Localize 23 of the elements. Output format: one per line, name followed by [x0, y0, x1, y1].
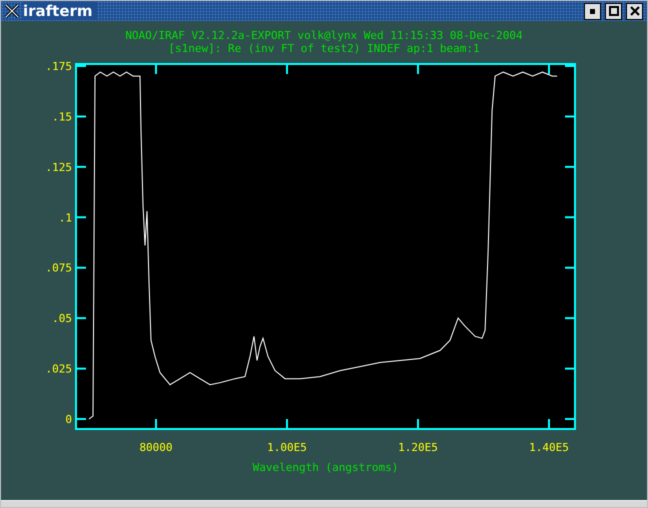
x-tick-label: 80000: [139, 441, 173, 454]
x-logo-icon: [5, 4, 19, 18]
close-button[interactable]: [626, 2, 643, 20]
maximize-icon: [608, 6, 618, 16]
x-tick-label: 1.00E5: [267, 441, 307, 454]
plot-header-text: [s1new]: Re (inv FT of test2) INDEF ap:1 beam:1: [168, 42, 480, 55]
y-tick-label: .075: [46, 262, 72, 275]
x-axis-label: Wavelength (angstroms): [252, 461, 398, 474]
maximize-button[interactable]: [605, 2, 622, 20]
window-title: irafterm: [23, 2, 97, 20]
y-tick-label: .025: [46, 362, 72, 376]
y-tick-label: .15: [52, 110, 72, 124]
y-tick-label: .1: [58, 211, 72, 224]
close-icon: [630, 6, 640, 16]
minimize-icon: [590, 8, 595, 14]
x-tick-label: 1.20E5: [398, 441, 438, 454]
y-tick-label: .125: [46, 160, 72, 174]
minimize-button[interactable]: [584, 2, 601, 20]
y-tick-label: 0: [65, 413, 72, 426]
plot-header-text: NOAO/IRAF V2.12.2a-EXPORT volk@lynx Wed 11:15:33 08-Dec-2004: [125, 29, 523, 42]
y-tick-label: .175: [46, 60, 72, 74]
x-tick-label: 1.40E5: [529, 441, 569, 454]
y-tick-label: .05: [52, 312, 72, 326]
